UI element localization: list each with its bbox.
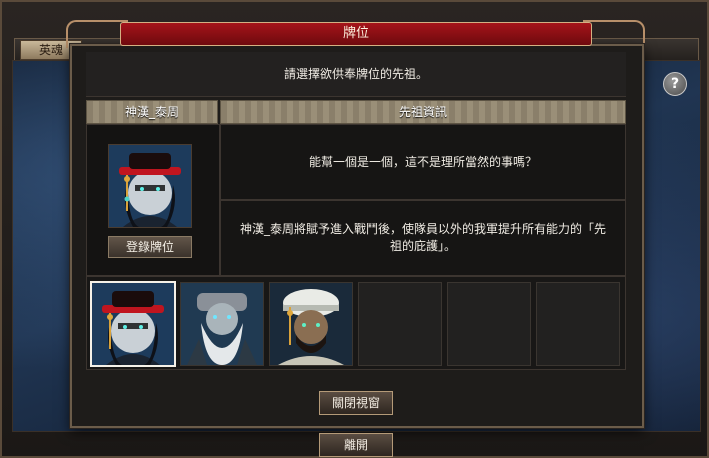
ancestor-slot-6-empty[interactable] bbox=[536, 282, 620, 366]
ancestor-quote: 能幫一個是一個，這不是理所當然的事嗎？ bbox=[308, 155, 537, 169]
ancestor-description: 神漢_泰周將賦予進入戰鬥後，使隊員以外的我軍提升所有能力的「先祖的庇護」。 bbox=[239, 222, 606, 253]
ancestor-slot-1[interactable] bbox=[90, 281, 176, 367]
ancestor-slot-5-empty[interactable] bbox=[447, 282, 531, 366]
prompt-text: 請選擇欲供奉牌位的先祖。 bbox=[283, 67, 428, 81]
help-button[interactable]: ? bbox=[663, 72, 687, 96]
ancestor-slot-3[interactable] bbox=[269, 282, 353, 366]
close-window-button[interactable]: 關閉視窗 bbox=[319, 391, 393, 415]
dialog-title-bar: 牌位 bbox=[120, 22, 592, 46]
ancestor-info-header: 先祖資訊 bbox=[220, 100, 626, 124]
ancestor-slot-4-empty[interactable] bbox=[358, 282, 442, 366]
prompt-area: 請選擇欲供奉牌位的先祖。 bbox=[86, 52, 626, 97]
ancestor-turbaned-warrior-portrait bbox=[270, 283, 352, 365]
ancestor-name-header: 神漢_泰周 bbox=[86, 100, 218, 124]
selected-ancestor-portrait bbox=[108, 144, 192, 228]
dialog-title: 牌位 bbox=[342, 26, 369, 41]
ancestor-old-bearded-sage-portrait bbox=[181, 283, 263, 365]
ancestor-quote-box: 能幫一個是一個，這不是理所當然的事嗎？ bbox=[220, 124, 626, 200]
ancestor-red-hat-portrait bbox=[92, 283, 174, 365]
ancestor-description-box: 神漢_泰周將賦予進入戰鬥後，使隊員以外的我軍提升所有能力的「先祖的庇護」。 bbox=[220, 200, 626, 276]
leave-button[interactable]: 離開 bbox=[319, 433, 393, 457]
register-tablet-button[interactable]: 登錄牌位 bbox=[108, 236, 192, 258]
ancestor-slot-2[interactable] bbox=[180, 282, 264, 366]
